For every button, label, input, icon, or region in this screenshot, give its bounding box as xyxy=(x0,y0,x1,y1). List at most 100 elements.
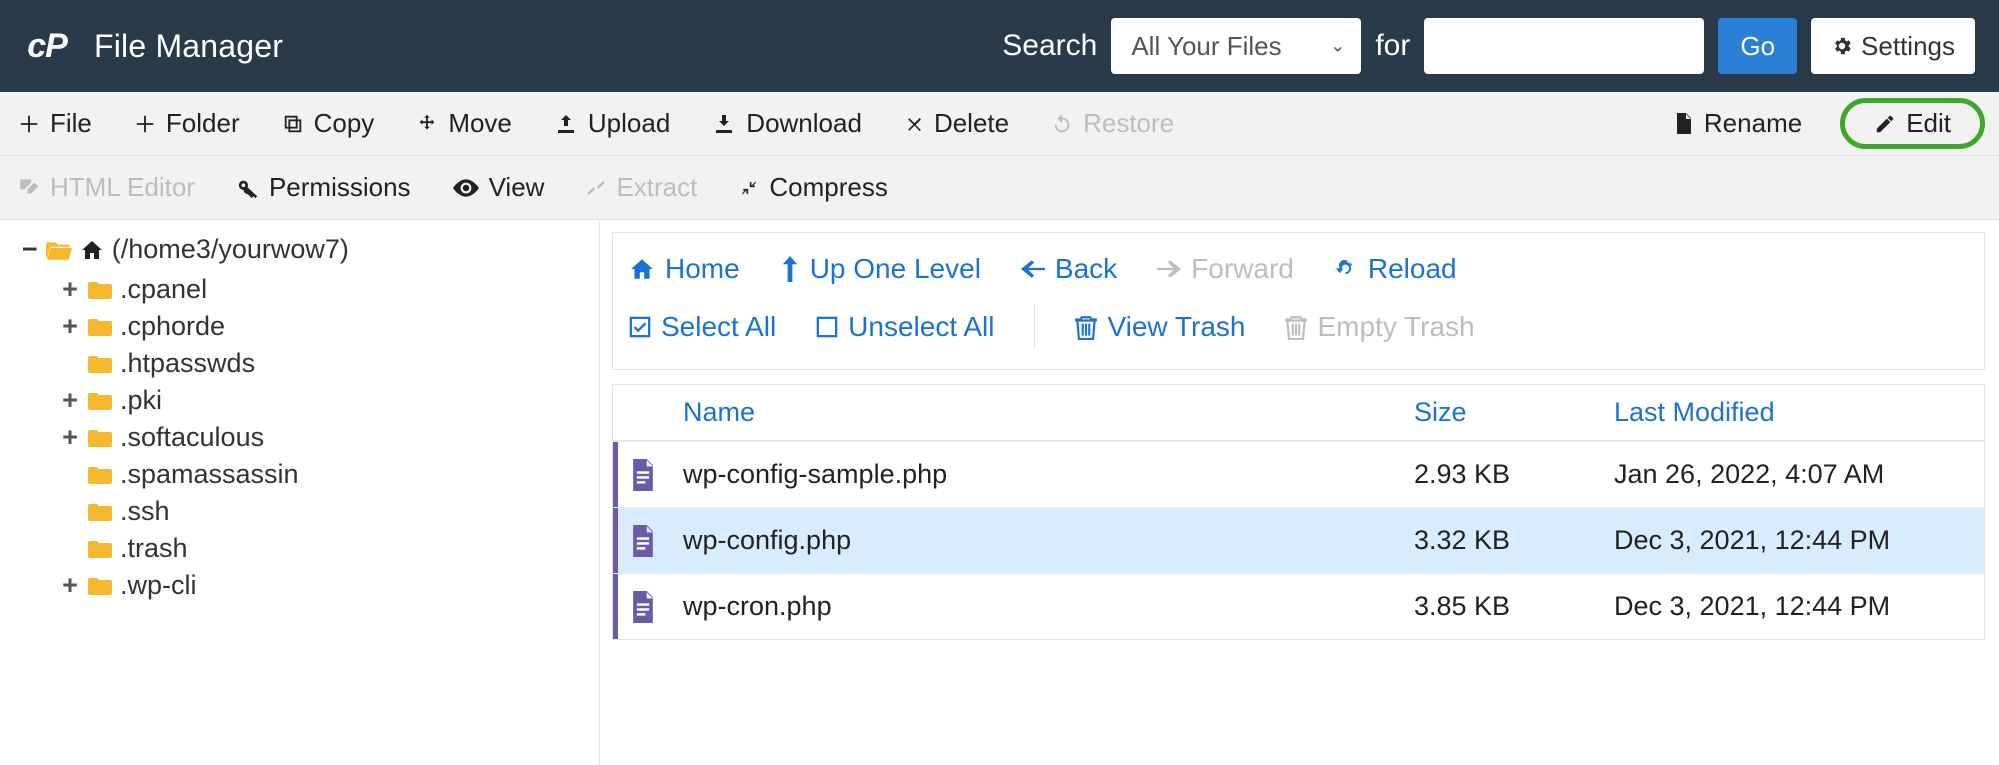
edit-page-icon xyxy=(18,177,40,199)
nav-home[interactable]: Home xyxy=(629,253,740,285)
select-all-button[interactable]: Select All xyxy=(629,311,776,343)
nav-reload[interactable]: Reload xyxy=(1334,253,1457,285)
tree-item[interactable]: .spamassassin xyxy=(22,456,599,493)
plus-icon[interactable]: + xyxy=(60,274,80,305)
tree-item[interactable]: + .cphorde xyxy=(22,308,599,345)
settings-button[interactable]: Settings xyxy=(1811,18,1975,74)
view-trash-button[interactable]: View Trash xyxy=(1075,311,1245,343)
table-row[interactable]: wp-config.php3.32 KBDec 3, 2021, 12:44 P… xyxy=(613,507,1984,573)
plus-icon[interactable]: + xyxy=(60,422,80,453)
html-editor-button: HTML Editor xyxy=(18,172,195,203)
file-code-icon xyxy=(613,459,673,491)
copy-button[interactable]: Copy xyxy=(282,108,375,139)
new-folder-button[interactable]: Folder xyxy=(134,108,240,139)
folder-icon xyxy=(88,280,112,300)
upload-button[interactable]: Upload xyxy=(554,108,670,139)
new-file-button[interactable]: File xyxy=(18,108,92,139)
restore-button: Restore xyxy=(1051,108,1174,139)
compress-icon xyxy=(739,178,759,198)
check-square-icon xyxy=(629,316,651,338)
tree-item[interactable]: .htpasswds xyxy=(22,345,599,382)
tree-item[interactable]: .trash xyxy=(22,530,599,567)
tree-item-label: .softaculous xyxy=(120,422,264,453)
empty-trash-label: Empty Trash xyxy=(1317,311,1474,343)
file-label: File xyxy=(50,108,92,139)
compress-button[interactable]: Compress xyxy=(739,172,887,203)
separator xyxy=(1034,305,1035,349)
download-label: Download xyxy=(746,108,862,139)
arrow-up-icon xyxy=(780,256,800,282)
move-icon xyxy=(416,113,438,135)
tree-item[interactable]: .ssh xyxy=(22,493,599,530)
cell-size: 3.32 KB xyxy=(1404,525,1604,556)
table-row[interactable]: wp-config-sample.php2.93 KBJan 26, 2022,… xyxy=(613,441,1984,507)
settings-label: Settings xyxy=(1861,31,1955,62)
unselect-all-button[interactable]: Unselect All xyxy=(816,311,994,343)
edit-label: Edit xyxy=(1906,108,1951,139)
select-all-label: Select All xyxy=(661,311,776,343)
delete-button[interactable]: Delete xyxy=(904,108,1009,139)
home-icon xyxy=(80,239,104,261)
tree-item[interactable]: + .pki xyxy=(22,382,599,419)
tree-item-label: .pki xyxy=(120,385,162,416)
folder-icon xyxy=(88,391,112,411)
chevron-down-icon: ⌄ xyxy=(1330,36,1345,57)
move-button[interactable]: Move xyxy=(416,108,512,139)
col-name[interactable]: Name xyxy=(673,397,1404,428)
folder-tree: − (/home3/yourwow7) +.cpanel+.cphorde.ht… xyxy=(0,220,600,765)
search-scope-select[interactable]: All Your Files ⌄ xyxy=(1111,18,1361,74)
folder-icon xyxy=(88,465,112,485)
col-modified[interactable]: Last Modified xyxy=(1604,397,1984,428)
go-button[interactable]: Go xyxy=(1718,18,1797,74)
view-button[interactable]: View xyxy=(453,172,545,203)
tree-item-label: .cphorde xyxy=(120,311,225,342)
restore-label: Restore xyxy=(1083,108,1174,139)
reload-icon xyxy=(1334,257,1358,281)
arrow-right-icon xyxy=(1157,259,1181,279)
nav-up-label: Up One Level xyxy=(810,253,981,285)
tree-item[interactable]: + .wp-cli xyxy=(22,567,599,604)
nav-forward: Forward xyxy=(1157,253,1294,285)
plus-icon[interactable]: + xyxy=(60,311,80,342)
toolbar-secondary: HTML Editor Permissions View Extract Com… xyxy=(0,156,1999,220)
file-icon xyxy=(1674,112,1694,136)
tree-item-label: .trash xyxy=(120,533,188,564)
folder-icon xyxy=(88,317,112,337)
arrow-left-icon xyxy=(1021,259,1045,279)
tree-item[interactable]: +.cpanel xyxy=(22,271,599,308)
col-size[interactable]: Size xyxy=(1404,397,1604,428)
eye-icon xyxy=(453,179,479,197)
trash-icon xyxy=(1285,314,1307,340)
nav-back-label: Back xyxy=(1055,253,1117,285)
search-input[interactable] xyxy=(1424,18,1704,74)
permissions-button[interactable]: Permissions xyxy=(237,172,411,203)
cell-modified: Dec 3, 2021, 12:44 PM xyxy=(1604,591,1984,622)
tree-root[interactable]: − (/home3/yourwow7) xyxy=(22,234,599,265)
plus-icon[interactable]: + xyxy=(60,385,80,416)
plus-icon[interactable]: + xyxy=(60,570,80,601)
app-title: File Manager xyxy=(94,28,283,65)
edit-button[interactable]: Edit xyxy=(1844,102,1981,145)
for-label: for xyxy=(1375,29,1410,63)
key-icon xyxy=(237,177,259,199)
tree-item-label: .htpasswds xyxy=(120,348,255,379)
download-button[interactable]: Download xyxy=(712,108,862,139)
folder-icon xyxy=(88,502,112,522)
rename-label: Rename xyxy=(1704,108,1802,139)
extract-label: Extract xyxy=(616,172,697,203)
table-row[interactable]: wp-cron.php3.85 KBDec 3, 2021, 12:44 PM xyxy=(613,573,1984,639)
rename-button[interactable]: Rename xyxy=(1674,108,1802,139)
cell-modified: Jan 26, 2022, 4:07 AM xyxy=(1604,459,1984,490)
folder-icon xyxy=(88,428,112,448)
nav-back[interactable]: Back xyxy=(1021,253,1117,285)
restore-icon xyxy=(1051,113,1073,135)
nav-up[interactable]: Up One Level xyxy=(780,253,981,285)
upload-icon xyxy=(554,112,578,136)
tree-item[interactable]: + .softaculous xyxy=(22,419,599,456)
nav-reload-label: Reload xyxy=(1368,253,1457,285)
tree-item-label: .wp-cli xyxy=(120,570,197,601)
nav-home-label: Home xyxy=(665,253,740,285)
cell-name: wp-cron.php xyxy=(673,591,1404,622)
cell-size: 2.93 KB xyxy=(1404,459,1604,490)
extract-button: Extract xyxy=(586,172,697,203)
